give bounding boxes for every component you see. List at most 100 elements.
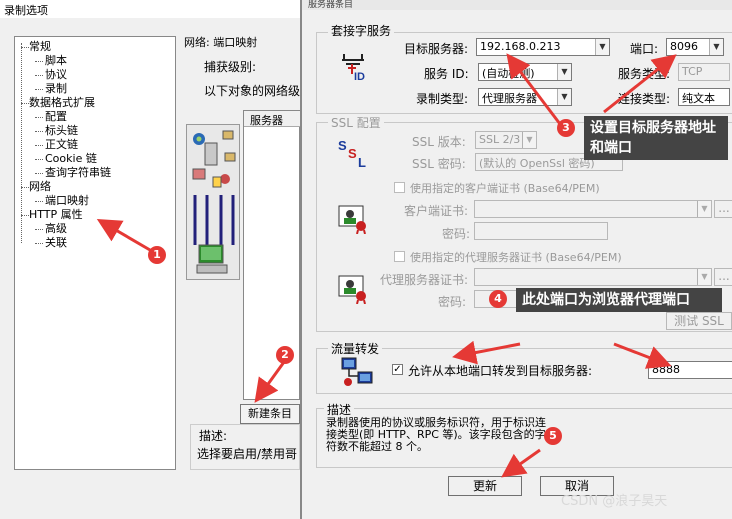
tree-item[interactable]: 高级 xyxy=(45,223,67,235)
chevron-down-icon[interactable]: ▼ xyxy=(697,269,711,285)
certificate-icon xyxy=(338,204,368,237)
tree-item[interactable]: 常规 xyxy=(29,41,51,53)
client-cert-password-label: 密码: xyxy=(442,227,471,241)
capture-level-label: 捕获级别: xyxy=(204,60,257,74)
svg-text:S: S xyxy=(338,138,347,153)
tree-item[interactable]: 正文链 xyxy=(45,139,78,151)
network-illustration xyxy=(186,124,240,280)
chevron-down-icon[interactable]: ▼ xyxy=(709,39,723,55)
tree-item[interactable]: 脚本 xyxy=(45,55,67,67)
chevron-down-icon[interactable]: ▼ xyxy=(522,132,536,148)
connect-type-value: 纯文本 xyxy=(682,92,715,105)
tree-item[interactable]: 数据格式扩展 xyxy=(29,97,95,109)
browse-client-cert-button[interactable]: ... xyxy=(714,200,732,218)
tree-item[interactable]: HTTP 属性 xyxy=(29,209,83,221)
client-cert-label: 客户端证书: xyxy=(404,204,469,218)
ssl-password-value: (默认的 OpenSsl 密码) xyxy=(479,157,595,170)
target-server-combo[interactable]: 192.168.0.213 ▼ xyxy=(476,38,610,56)
tree-connector xyxy=(35,145,43,146)
test-ssl-button[interactable]: 测试 SSL xyxy=(666,312,732,330)
new-entry-button[interactable]: 新建条目 xyxy=(240,404,300,424)
port-label: 端口: xyxy=(630,42,659,56)
record-type-combo[interactable]: 代理服务器 ▼ xyxy=(478,88,572,106)
server-entry-dialog: 服务器条目 套接字服务 ID 目标服务器: 192.168.0.213 ▼ 端口… xyxy=(300,0,732,519)
client-cert-password-field[interactable] xyxy=(474,222,608,240)
tree-item[interactable]: 查询字符串链 xyxy=(45,167,111,179)
connect-type-label: 连接类型: xyxy=(618,92,671,106)
callout-proxy-port: 此处端口为浏览器代理端口 xyxy=(516,288,722,312)
forward-port-value: 8888 xyxy=(652,363,680,376)
tree-item[interactable]: 配置 xyxy=(45,111,67,123)
forward-checkbox-label: 允许从本地端口转发到目标服务器: xyxy=(408,364,593,378)
service-id-label: 服务 ID: xyxy=(424,67,469,81)
group-title: 网络: 端口映射 xyxy=(184,36,258,49)
server-column-header[interactable]: 服务器 xyxy=(244,111,301,127)
forward-port-field[interactable]: 8888 xyxy=(648,361,732,379)
chevron-down-icon[interactable]: ▼ xyxy=(557,64,571,80)
network-level-text: 以下对象的网络级 xyxy=(204,84,301,98)
tree-connector xyxy=(35,89,43,90)
browse-proxy-cert-button[interactable]: ... xyxy=(714,268,732,286)
network-forward-icon xyxy=(340,356,374,391)
description-label: 描述: xyxy=(199,429,228,443)
annotation-badge-1: 1 xyxy=(148,246,166,264)
connect-type-combo[interactable]: 纯文本 xyxy=(678,88,730,106)
proxy-cert-password-label: 密码: xyxy=(438,295,467,309)
tree-item[interactable]: 标头链 xyxy=(45,125,78,137)
svg-text:ID: ID xyxy=(354,71,365,82)
chevron-down-icon[interactable]: ▼ xyxy=(557,89,571,105)
tree-item[interactable]: 端口映射 xyxy=(45,195,89,207)
annotation-badge-4: 4 xyxy=(489,290,507,308)
use-client-cert-checkbox[interactable] xyxy=(394,182,405,193)
proxy-cert-combo[interactable]: ▼ xyxy=(474,268,712,286)
svg-text:S: S xyxy=(348,146,357,161)
update-button[interactable]: 更新 xyxy=(448,476,522,496)
record-type-label: 录制类型: xyxy=(416,92,469,106)
tree-item[interactable]: Cookie 链 xyxy=(45,153,97,165)
ssl-config-group-label: SSL 配置 xyxy=(328,114,384,131)
ssl-version-label: SSL 版本: xyxy=(412,135,466,149)
tree-item[interactable]: 录制 xyxy=(45,83,67,95)
tree-connector xyxy=(35,61,43,62)
port-combo[interactable]: 8096 ▼ xyxy=(666,38,724,56)
use-proxy-cert-checkbox[interactable] xyxy=(394,251,405,262)
annotation-badge-3: 3 xyxy=(557,119,575,137)
tree-item[interactable]: 关联 xyxy=(45,237,67,249)
proxy-cert-label: 代理服务器证书: xyxy=(380,273,469,287)
ssl-icon: S S L xyxy=(336,136,372,173)
tree-connector xyxy=(35,117,43,118)
tree-connector xyxy=(21,47,29,48)
record-type-value: 代理服务器 xyxy=(482,92,537,105)
chevron-down-icon[interactable]: ▼ xyxy=(595,39,609,55)
network-diagram-icon xyxy=(192,130,236,274)
use-proxy-cert-label: 使用指定的代理服务器证书 (Base64/PEM) xyxy=(410,251,622,264)
description-text: 录制器使用的协议或服务标识符，用于标识连接类型(即 HTTP、RPC 等)。该字… xyxy=(326,416,546,453)
window-title: 录制选项 xyxy=(0,0,300,18)
tree-connector xyxy=(35,173,43,174)
service-type-combo[interactable]: TCP xyxy=(678,63,730,81)
proxy-certificate-icon xyxy=(338,274,368,307)
service-id-combo[interactable]: (自动检测) ▼ xyxy=(478,63,572,81)
watermark: CSDN @浪子昊天 xyxy=(561,494,668,509)
dialog-title: 服务器条目 xyxy=(302,0,732,10)
tree-connector xyxy=(35,229,43,230)
client-cert-combo[interactable]: ▼ xyxy=(474,200,712,218)
tree-connector xyxy=(21,43,22,243)
chevron-down-icon[interactable]: ▼ xyxy=(697,201,711,217)
ssl-version-combo[interactable]: SSL 2/3 ▼ xyxy=(475,131,537,149)
callout-target-server: 设置目标服务器地址和端口 xyxy=(584,116,728,160)
use-client-cert-label: 使用指定的客户端证书 (Base64/PEM) xyxy=(410,182,600,195)
tree-connector xyxy=(21,103,29,104)
forward-checkbox[interactable]: ✓ xyxy=(392,364,403,375)
id-icon: ID xyxy=(338,50,368,85)
target-server-label: 目标服务器: xyxy=(404,42,469,56)
tree-connector xyxy=(35,131,43,132)
tree-connector xyxy=(35,159,43,160)
tree-connector xyxy=(35,75,43,76)
socket-service-group-label: 套接字服务 xyxy=(328,22,395,39)
tree-item[interactable]: 网络 xyxy=(29,181,51,193)
traffic-forwarding-group-label: 流量转发 xyxy=(328,340,383,357)
description-text: 选择要启用/禁用哥 xyxy=(197,447,298,461)
tree-item[interactable]: 协议 xyxy=(45,69,67,81)
port-value: 8096 xyxy=(670,40,698,53)
